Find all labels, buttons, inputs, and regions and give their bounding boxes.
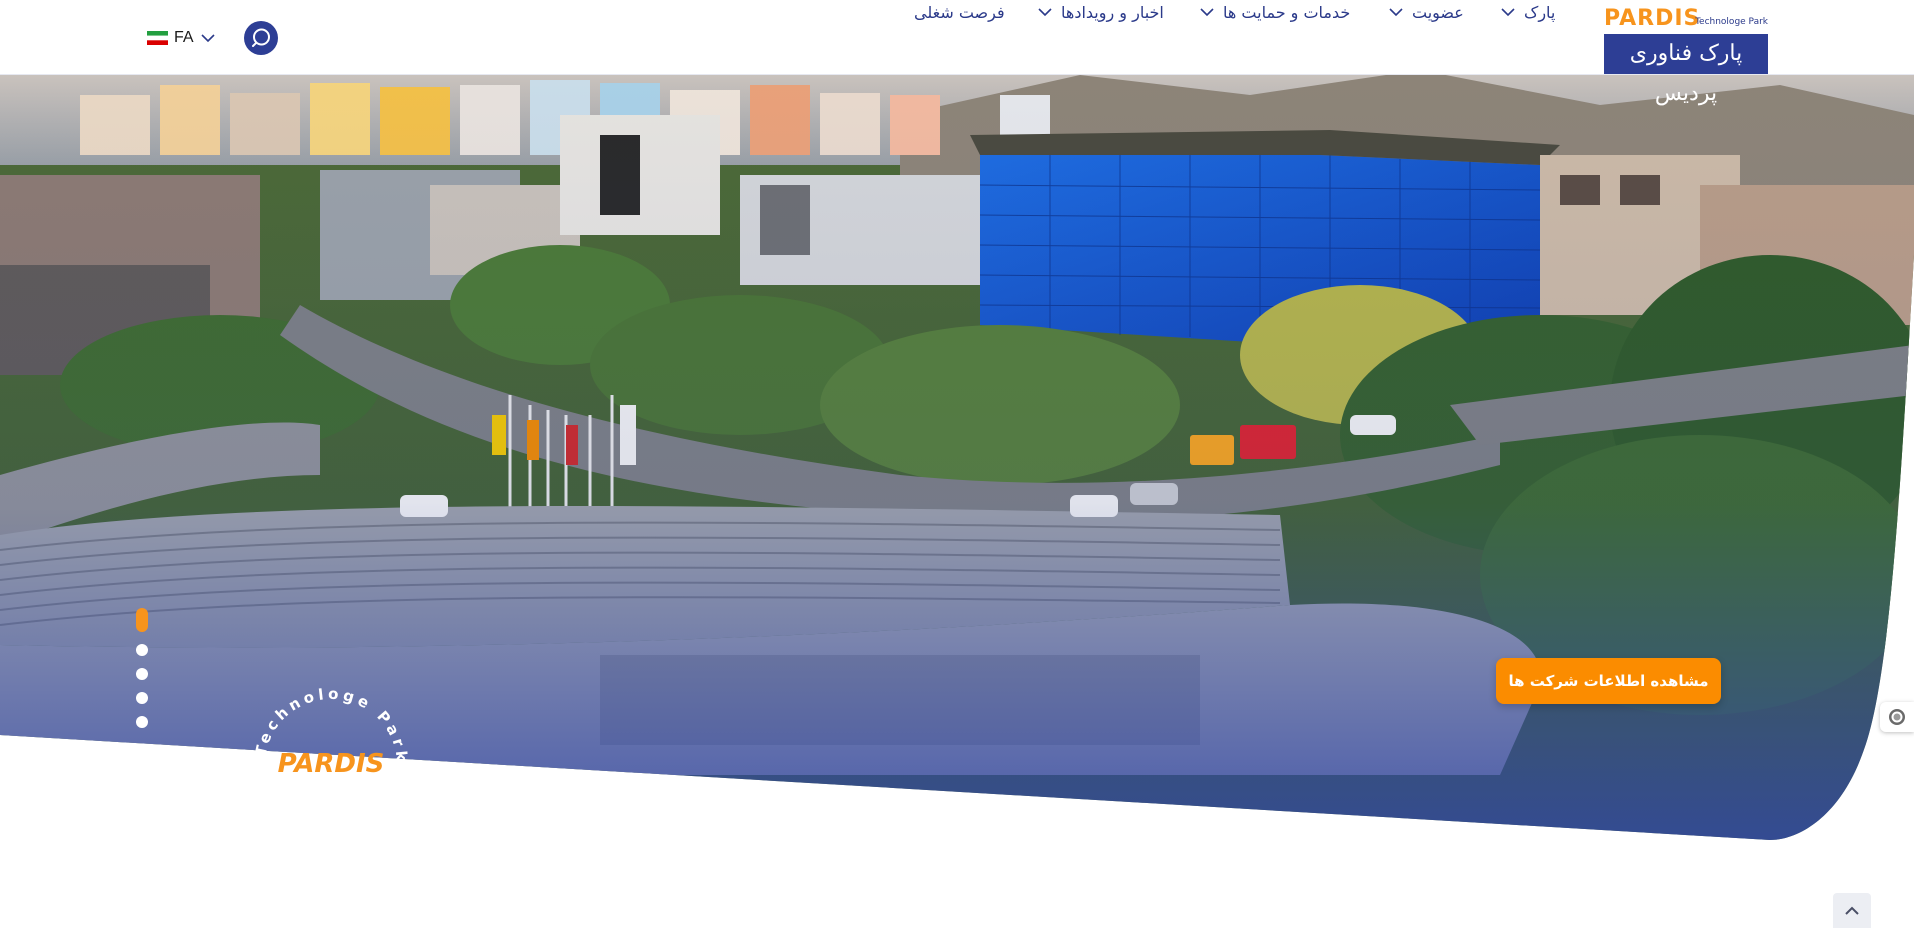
chevron-up-icon bbox=[1845, 906, 1859, 915]
slider-dot[interactable] bbox=[136, 692, 148, 704]
chevron-down-icon bbox=[1389, 8, 1403, 17]
logo-wordmark: PARDIS bbox=[1604, 6, 1701, 31]
iran-flag-icon bbox=[147, 31, 168, 45]
site-logo[interactable]: PARDIS Technologe Park پارک فناوری پردیس bbox=[1604, 6, 1768, 106]
language-label: FA bbox=[174, 29, 194, 46]
search-icon bbox=[252, 28, 270, 47]
nav-label: خدمات و حمایت ها bbox=[1223, 2, 1351, 22]
slider-dot-active[interactable] bbox=[136, 608, 148, 632]
site-header: PARDIS Technologe Park پارک فناوری پردیس… bbox=[0, 0, 1914, 106]
nav-item-membership[interactable]: عضویت bbox=[1388, 0, 1464, 24]
nav-label: عضویت bbox=[1412, 2, 1464, 22]
slider-dot[interactable] bbox=[136, 644, 148, 656]
view-companies-button[interactable]: مشاهده اطلاعات شرکت ها bbox=[1496, 658, 1721, 704]
chevron-down-icon bbox=[1501, 8, 1515, 17]
nav-label: پارک bbox=[1524, 2, 1556, 22]
chevron-down-icon bbox=[200, 34, 215, 43]
nav-item-services[interactable]: خدمات و حمایت ها bbox=[1199, 0, 1350, 24]
scroll-to-top-button[interactable] bbox=[1833, 893, 1871, 928]
slider-dot[interactable] bbox=[136, 716, 148, 728]
logo-top: PARDIS Technologe Park bbox=[1604, 6, 1768, 32]
nav-item-park[interactable]: پارک bbox=[1500, 0, 1555, 24]
nav-item-jobs[interactable]: فرصت شغلی bbox=[914, 0, 1005, 24]
nav-label: فرصت شغلی bbox=[914, 2, 1005, 22]
accessibility-tab[interactable] bbox=[1880, 702, 1914, 732]
logo-subtitle: Technologe Park bbox=[1695, 17, 1768, 27]
nav-label: اخبار و رویدادها bbox=[1061, 2, 1164, 22]
pardis-stamp-badge: Technologe Park Iran Silicon Valley Pard… bbox=[246, 680, 407, 845]
search-button[interactable] bbox=[244, 21, 278, 55]
language-selector[interactable]: FA bbox=[147, 27, 216, 49]
slider-dot[interactable] bbox=[136, 668, 148, 680]
logo-persian: پارک فناوری پردیس bbox=[1604, 34, 1768, 106]
accessibility-icon bbox=[1889, 709, 1905, 725]
stamp-logo: PARDIS bbox=[278, 749, 385, 779]
chevron-down-icon bbox=[1200, 8, 1214, 17]
chevron-down-icon bbox=[1038, 8, 1052, 17]
nav-item-news-events[interactable]: اخبار و رویدادها bbox=[1037, 0, 1164, 24]
